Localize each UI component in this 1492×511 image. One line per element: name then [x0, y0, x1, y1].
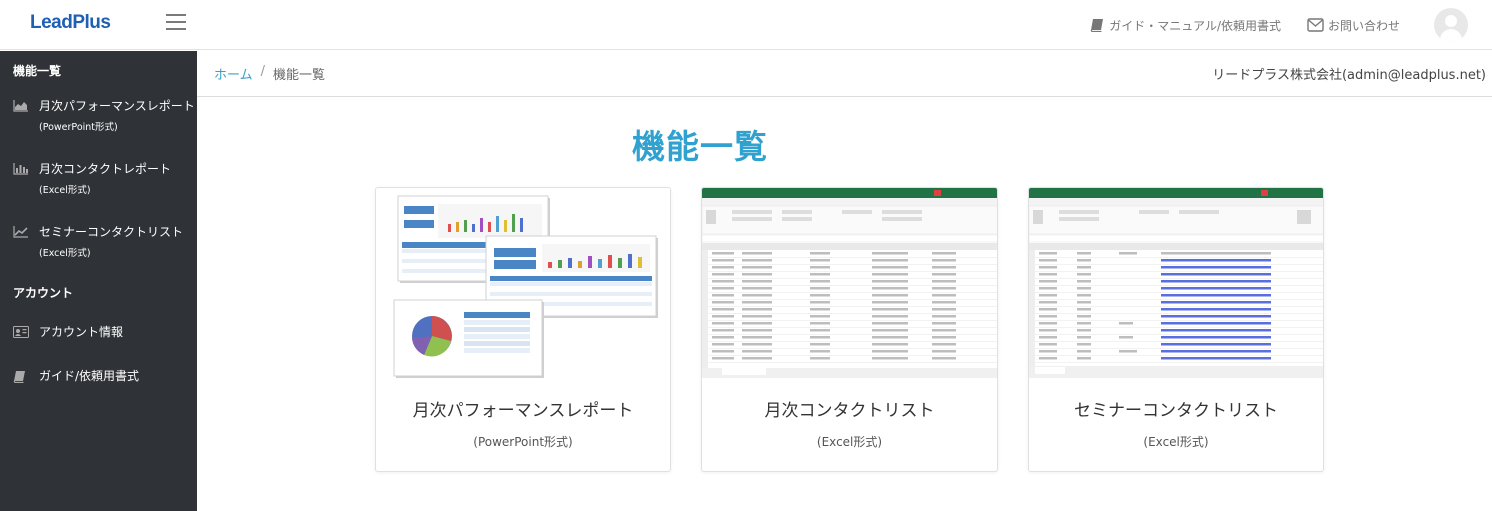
sidebar: 機能一覧 月次パフォーマンスレポート (PowerPoint形式) 月次コンタクト…: [0, 51, 197, 511]
id-card-icon: [13, 326, 29, 338]
book-icon: [1090, 19, 1104, 32]
line-chart-icon: [13, 226, 28, 238]
sidebar-item-sub: (Excel形式): [39, 248, 91, 259]
bar-chart-icon: [13, 163, 28, 175]
breadcrumb: ホーム / 機能一覧: [214, 64, 325, 83]
powerpoint-thumbnail: [376, 188, 670, 378]
excel-thumbnail: [702, 188, 997, 378]
area-chart-icon: [13, 100, 28, 112]
excel-thumbnail: [1029, 188, 1323, 378]
breadcrumb-home-link[interactable]: ホーム: [214, 64, 253, 83]
sidebar-section-features: 機能一覧: [13, 64, 62, 78]
sidebar-item-label: 月次コンタクトレポート: [39, 162, 172, 176]
sidebar-item-performance-report[interactable]: 月次パフォーマンスレポート (PowerPoint形式): [0, 97, 197, 133]
sidebar-item-label: アカウント情報: [39, 325, 124, 339]
card-format: (Excel形式): [1143, 435, 1209, 449]
guide-manual-label: ガイド・マニュアル/依頼用書式: [1109, 18, 1281, 33]
top-bar: LeadPlus ガイド・マニュアル/依頼用書式 お問い合わせ: [0, 0, 1492, 50]
sidebar-item-label: 月次パフォーマンスレポート: [39, 99, 195, 113]
envelope-icon: [1307, 18, 1324, 32]
card-performance-report[interactable]: 月次パフォーマンスレポート (PowerPoint形式): [375, 187, 671, 472]
logo[interactable]: LeadPlus: [30, 12, 111, 34]
sidebar-item-seminar-list[interactable]: セミナーコンタクトリスト (Excel形式): [0, 223, 197, 259]
card-title: 月次パフォーマンスレポート: [412, 401, 634, 421]
card-contact-list[interactable]: 月次コンタクトリスト (Excel形式): [701, 187, 998, 472]
breadcrumb-separator: /: [260, 64, 266, 79]
sidebar-section-account: アカウント: [13, 286, 74, 300]
company-account-label: リードプラス株式会社(admin@leadplus.net): [1212, 68, 1486, 83]
top-links: ガイド・マニュアル/依頼用書式 お問い合わせ: [1090, 0, 1492, 50]
sidebar-item-contact-report[interactable]: 月次コンタクトレポート (Excel形式): [0, 160, 197, 196]
sidebar-item-sub: (Excel形式): [39, 185, 91, 196]
page-title: 機能一覧: [632, 127, 768, 166]
card-format: (PowerPoint形式): [473, 435, 573, 449]
book-icon: [13, 371, 25, 383]
sidebar-item-sub: (PowerPoint形式): [39, 122, 118, 133]
card-title: セミナーコンタクトリスト: [1074, 401, 1278, 421]
contact-label: お問い合わせ: [1327, 18, 1400, 33]
sidebar-item-account-info[interactable]: アカウント情報: [0, 323, 197, 340]
avatar[interactable]: [1434, 8, 1468, 42]
breadcrumb-current: 機能一覧: [273, 68, 326, 83]
hamburger-menu-icon[interactable]: [166, 14, 186, 32]
breadcrumb-bar: ホーム / 機能一覧 リードプラス株式会社(admin@leadplus.net…: [197, 51, 1492, 97]
guide-manual-link[interactable]: ガイド・マニュアル/依頼用書式: [1090, 17, 1281, 34]
card-format: (Excel形式): [816, 435, 883, 449]
sidebar-item-label: ガイド/依頼用書式: [39, 369, 140, 383]
sidebar-item-guide[interactable]: ガイド/依頼用書式: [0, 367, 197, 384]
contact-link[interactable]: お問い合わせ: [1307, 17, 1400, 34]
card-title: 月次コンタクトリスト: [764, 401, 935, 421]
sidebar-item-label: セミナーコンタクトリスト: [39, 225, 184, 239]
card-seminar-list[interactable]: セミナーコンタクトリスト (Excel形式): [1028, 187, 1324, 472]
